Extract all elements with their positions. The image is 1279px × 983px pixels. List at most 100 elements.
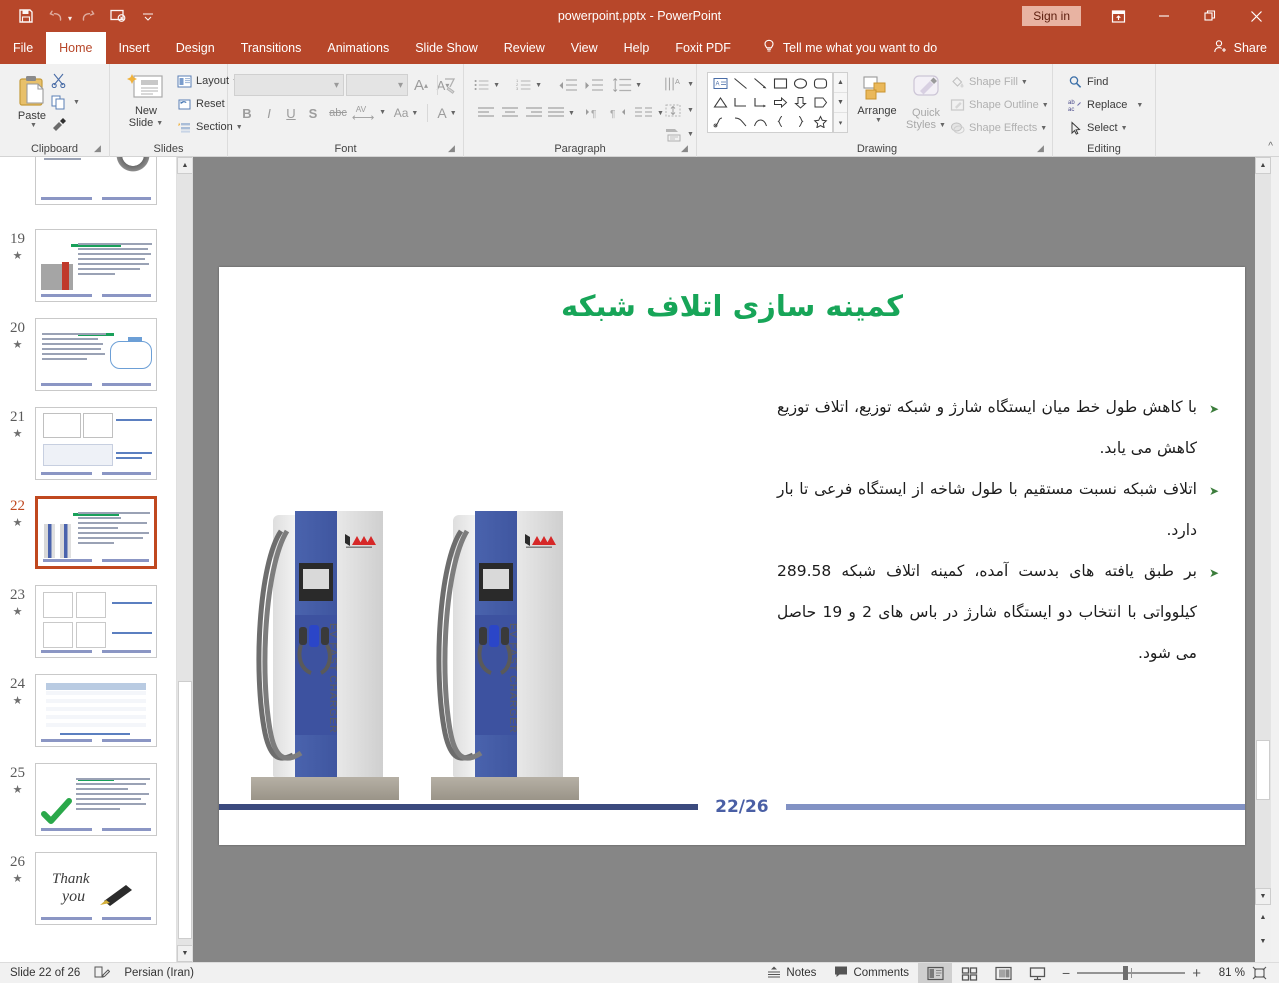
align-right-button[interactable] xyxy=(522,102,546,124)
slide-body-text[interactable]: ➤ با کاهش طول خط میان ایستگاه شارژ و شبک… xyxy=(777,387,1219,674)
text-direction-button[interactable]: A ▼ xyxy=(664,72,694,96)
line-spacing-button[interactable]: ▼ xyxy=(612,74,642,96)
tab-design[interactable]: Design xyxy=(163,32,228,64)
shape-textbox-icon[interactable]: A xyxy=(710,74,730,93)
zoom-slider-knob[interactable] xyxy=(1123,966,1129,980)
zoom-out-button[interactable]: − xyxy=(1062,965,1070,981)
shape-elbow-arrow-icon[interactable] xyxy=(750,93,770,112)
character-spacing-button[interactable]: AV ▼ xyxy=(352,100,386,124)
slide-scroll-up-button[interactable]: ▲ xyxy=(1255,157,1271,174)
next-slide-button[interactable]: ▼ xyxy=(1255,933,1271,950)
new-slide-chevron-down-icon[interactable]: ▼ xyxy=(156,120,163,127)
slide-scroll-thumb[interactable] xyxy=(1256,740,1270,800)
tab-animations[interactable]: Animations xyxy=(314,32,402,64)
tab-review[interactable]: Review xyxy=(491,32,558,64)
slide-area-scrollbar[interactable]: ▲ ▼ ▲ ▼ xyxy=(1255,157,1271,962)
shape-oval-icon[interactable] xyxy=(790,74,810,93)
shape-effects-chevron-down-icon[interactable]: ▼ xyxy=(1040,125,1047,132)
font-dialog-launcher[interactable]: ◢ xyxy=(448,143,459,154)
decrease-indent-button[interactable] xyxy=(556,74,580,96)
shape-left-brace-icon[interactable] xyxy=(770,112,790,131)
thumbnail-slide[interactable] xyxy=(35,318,157,391)
align-text-button[interactable]: ▼ xyxy=(664,98,694,122)
slide-title[interactable]: کمینه سازی اتلاف شبکه xyxy=(219,289,1245,323)
ribbon-display-options-icon[interactable] xyxy=(1095,0,1141,32)
thumbnail-item[interactable]: 23 ★ xyxy=(0,585,173,658)
tab-slide-show[interactable]: Slide Show xyxy=(402,32,491,64)
thumbnail-slide[interactable] xyxy=(35,496,157,569)
select-button[interactable]: Select ▼ xyxy=(1067,120,1128,136)
comments-button[interactable]: Comments xyxy=(825,963,918,983)
shapes-scroll-down-icon[interactable]: ▼ xyxy=(834,93,847,113)
shape-star-icon[interactable] xyxy=(810,112,830,131)
previous-slide-button[interactable]: ▲ xyxy=(1255,909,1271,926)
numbering-chevron-down-icon[interactable]: ▼ xyxy=(535,82,542,89)
font-size-chevron-down-icon[interactable]: ▾ xyxy=(398,80,403,91)
tab-help[interactable]: Help xyxy=(611,32,663,64)
shape-outline-chevron-down-icon[interactable]: ▼ xyxy=(1042,102,1049,109)
collapse-ribbon-icon[interactable]: ^ xyxy=(1268,141,1273,152)
drawing-dialog-launcher[interactable]: ◢ xyxy=(1037,143,1048,154)
normal-view-button[interactable] xyxy=(918,962,953,983)
zoom-percentage[interactable]: 81 % xyxy=(1209,967,1245,979)
spell-check-icon[interactable] xyxy=(94,965,111,982)
shape-freeform-icon[interactable] xyxy=(710,112,730,131)
thumbnail-slide[interactable]: Thank you xyxy=(35,852,157,925)
align-text-chevron-down-icon[interactable]: ▼ xyxy=(687,107,694,114)
tab-view[interactable]: View xyxy=(558,32,611,64)
shape-triangle-icon[interactable] xyxy=(710,93,730,112)
slide-scroll-down-button[interactable]: ▼ xyxy=(1255,888,1271,905)
justify-button[interactable]: ▼ xyxy=(546,102,576,124)
font-size-combo[interactable]: ▾ xyxy=(346,74,408,96)
strikethrough-button[interactable]: abc xyxy=(324,102,352,124)
bold-button[interactable]: B xyxy=(236,102,258,124)
arrange-chevron-down-icon[interactable]: ▼ xyxy=(855,117,902,124)
shape-effects-button[interactable]: Shape Effects ▼ xyxy=(949,120,1047,136)
thumbnail-slide[interactable] xyxy=(35,763,157,836)
shape-right-arrow-icon[interactable] xyxy=(770,93,790,112)
sign-in-button[interactable]: Sign in xyxy=(1022,6,1081,26)
align-left-button[interactable] xyxy=(474,102,498,124)
shape-fill-chevron-down-icon[interactable]: ▼ xyxy=(1021,79,1028,86)
quick-styles-chevron-down-icon[interactable]: ▼ xyxy=(939,122,946,129)
tab-file[interactable]: File xyxy=(0,32,46,64)
zoom-in-button[interactable]: + xyxy=(1192,965,1201,982)
thumbnail-item[interactable]: 20 ★ xyxy=(0,318,173,391)
shape-curve-icon[interactable] xyxy=(730,112,750,131)
shape-pentagon-icon[interactable] xyxy=(810,93,830,112)
numbering-button[interactable]: 123 ▼ xyxy=(516,74,542,96)
thumbnail-item[interactable]: 18 ★ xyxy=(0,157,173,205)
find-button[interactable]: Find xyxy=(1067,74,1108,90)
thumbnail-item[interactable]: 24 ★ xyxy=(0,674,173,747)
thumbnail-item[interactable]: 21 ★ xyxy=(0,407,173,480)
shapes-scroll-up-icon[interactable]: ▲ xyxy=(834,73,847,93)
clipboard-dialog-launcher[interactable]: ◢ xyxy=(94,143,105,154)
slide-surface[interactable]: کمینه سازی اتلاف شبکه EV FAST CHARGER xyxy=(219,267,1245,845)
quick-styles-button[interactable]: Quick Styles ▼ xyxy=(902,74,950,131)
tell-me-search[interactable]: Tell me what you want to do xyxy=(744,32,937,64)
tab-foxit-pdf[interactable]: Foxit PDF xyxy=(662,32,744,64)
replace-button[interactable]: ab ac Replace ▼ xyxy=(1067,97,1144,113)
shape-arc-icon[interactable] xyxy=(750,112,770,131)
ev-charger-image[interactable]: EV FAST CHARGER xyxy=(251,505,601,800)
font-color-chevron-down-icon[interactable]: ▼ xyxy=(450,110,457,117)
shape-elbow-connector-icon[interactable] xyxy=(730,93,750,112)
shape-right-brace-icon[interactable] xyxy=(790,112,810,131)
ltr-direction-button[interactable]: ¶ xyxy=(582,102,606,124)
italic-button[interactable]: I xyxy=(258,102,280,124)
slide-show-view-button[interactable] xyxy=(1020,963,1054,983)
thumbnail-slide[interactable] xyxy=(35,585,157,658)
cut-button[interactable] xyxy=(50,72,70,88)
select-chevron-down-icon[interactable]: ▼ xyxy=(1121,125,1128,132)
thumbnail-slide[interactable] xyxy=(35,229,157,302)
clear-formatting-button[interactable] xyxy=(436,74,462,96)
fit-slide-to-window-button[interactable] xyxy=(1245,963,1273,983)
shape-line-icon[interactable] xyxy=(730,74,750,93)
thumbnail-slide[interactable] xyxy=(35,157,157,205)
shape-fill-button[interactable]: Shape Fill ▼ xyxy=(949,74,1028,90)
restore-button[interactable] xyxy=(1187,0,1233,32)
justify-chevron-down-icon[interactable]: ▼ xyxy=(568,110,575,117)
arrange-button[interactable]: Arrange ▼ xyxy=(852,74,902,124)
slide-counter[interactable]: Slide 22 of 26 xyxy=(10,967,80,979)
increase-font-size-button[interactable]: A ▴ xyxy=(410,74,432,96)
